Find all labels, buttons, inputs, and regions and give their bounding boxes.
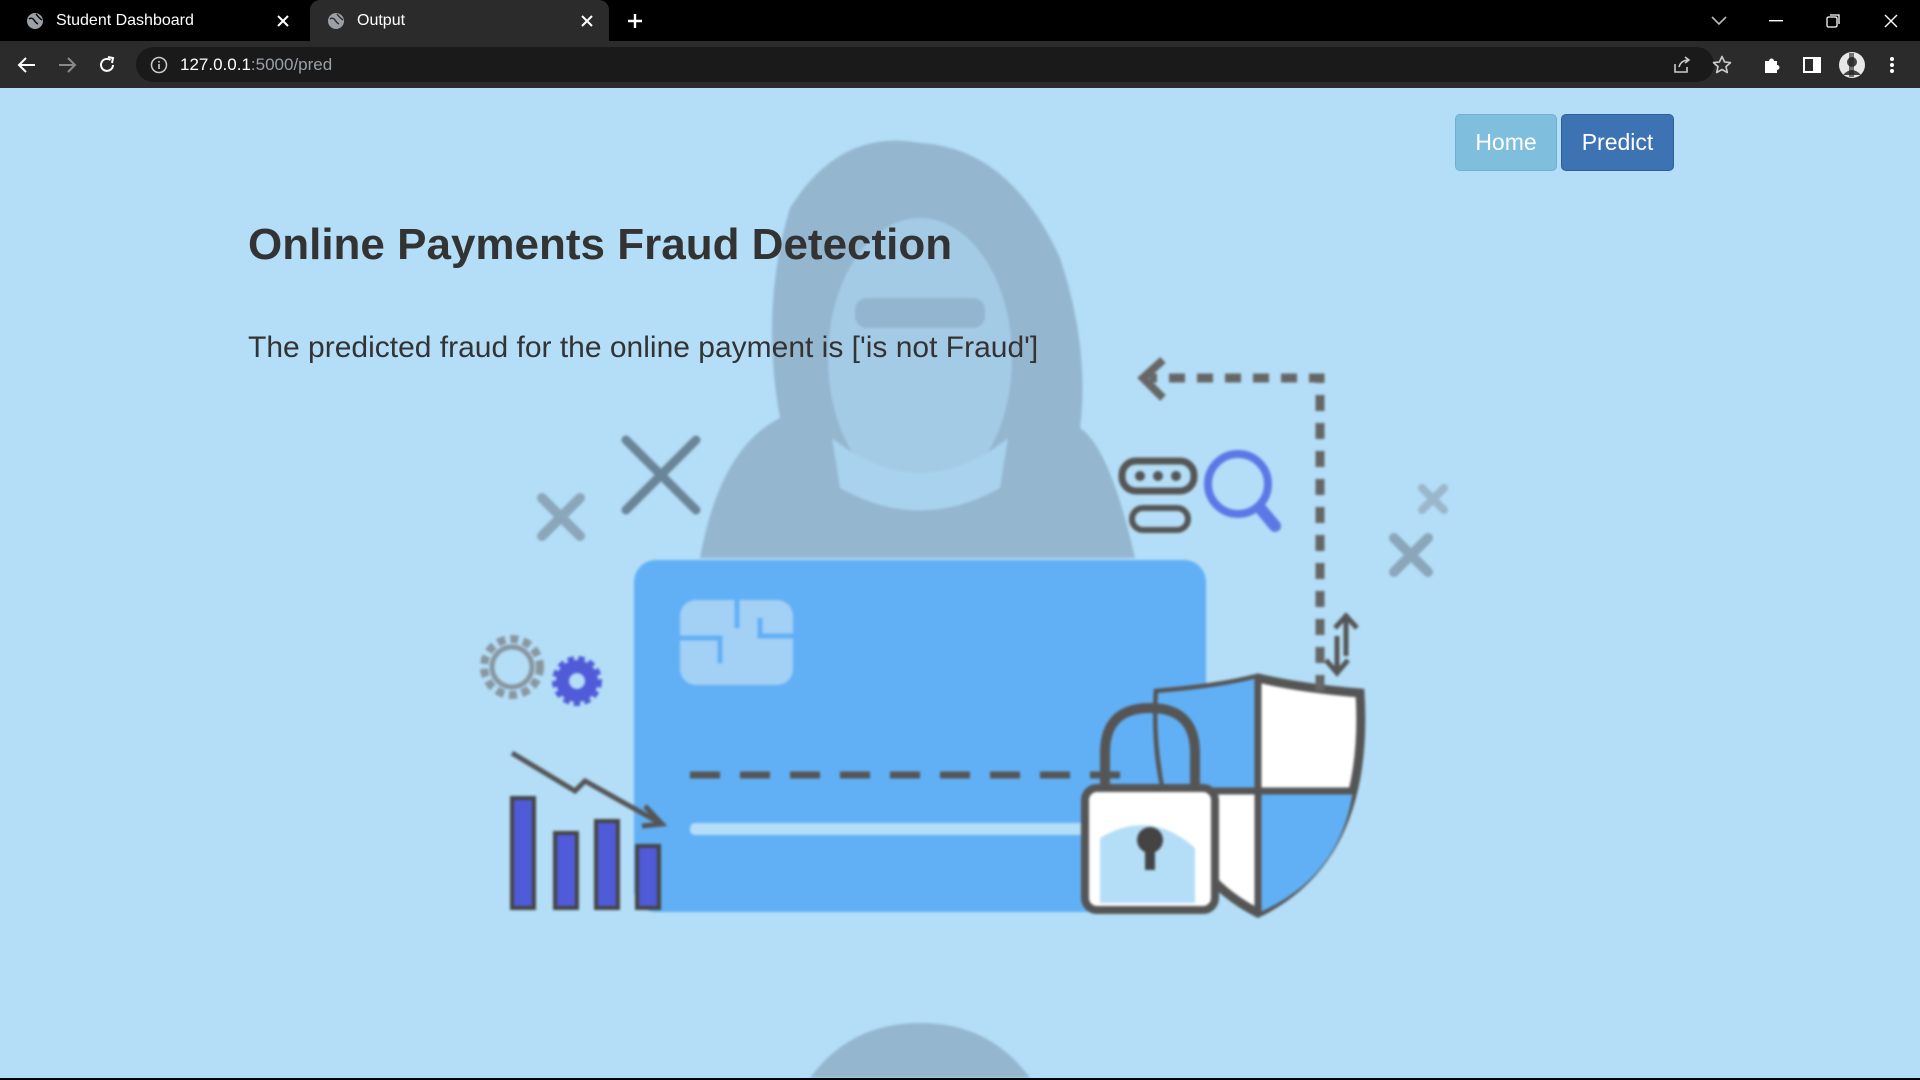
url-text: 127.0.0.1:5000/pred [180, 55, 332, 75]
info-icon[interactable] [150, 56, 168, 74]
reload-icon [100, 56, 115, 72]
avatar-icon [1839, 52, 1865, 78]
browser-menu-button[interactable] [1876, 49, 1908, 81]
star-icon [1712, 55, 1732, 74]
kebab-menu-icon [1890, 57, 1894, 73]
arrow-right-icon [59, 57, 77, 73]
browser-toolbar: 127.0.0.1:5000/pred [0, 41, 1920, 88]
back-button[interactable] [12, 50, 42, 80]
side-panel-icon [1803, 57, 1821, 73]
close-tab-icon[interactable] [577, 11, 597, 31]
tab-title: Student Dashboard [56, 11, 194, 29]
reload-button[interactable] [92, 50, 122, 80]
restore-button[interactable] [1818, 6, 1848, 36]
address-bar[interactable]: 127.0.0.1:5000/pred [136, 47, 1714, 82]
plus-icon [628, 14, 642, 28]
tab-search-button[interactable] [1704, 6, 1734, 36]
bookmark-button[interactable] [1706, 49, 1738, 81]
close-window-button[interactable] [1876, 6, 1906, 36]
minimize-button[interactable] [1761, 6, 1791, 36]
restore-icon [1826, 14, 1840, 28]
page-title: Online Payments Fraud Detection [248, 220, 953, 269]
new-tab-button[interactable] [622, 8, 648, 34]
predict-button[interactable]: Predict [1561, 114, 1674, 171]
prediction-result: The predicted fraud for the online payme… [248, 331, 1039, 364]
close-icon [1884, 14, 1898, 28]
globe-icon [27, 12, 43, 29]
arrow-left-icon [17, 57, 35, 73]
tab-student-dashboard[interactable]: Student Dashboard [9, 0, 305, 41]
home-button[interactable]: Home [1455, 114, 1557, 171]
url-path: :5000/pred [250, 54, 333, 74]
globe-icon [328, 12, 344, 29]
side-panel-button[interactable] [1796, 49, 1828, 81]
share-icon [1674, 56, 1691, 73]
extensions-button[interactable] [1756, 49, 1788, 81]
nav-buttons: Home Predict [1455, 114, 1674, 171]
share-button[interactable] [1666, 49, 1698, 81]
profile-button[interactable] [1836, 49, 1868, 81]
minimize-icon [1769, 20, 1783, 22]
gear-icon [480, 635, 602, 706]
url-host: 127.0.0.1 [180, 54, 251, 74]
page-viewport: Home Predict Online Payments Fraud Detec… [0, 88, 1920, 1078]
tab-title: Output [357, 11, 406, 29]
tab-output[interactable]: Output [310, 0, 609, 41]
close-tab-icon[interactable] [273, 11, 293, 31]
tab-strip: Student Dashboard Output [0, 0, 1920, 41]
hacker-figure-icon [810, 1023, 1030, 1078]
password-search-icon [1118, 450, 1281, 533]
forward-button[interactable] [52, 50, 82, 80]
chevron-down-icon [1711, 16, 1727, 26]
puzzle-icon [1765, 58, 1780, 73]
